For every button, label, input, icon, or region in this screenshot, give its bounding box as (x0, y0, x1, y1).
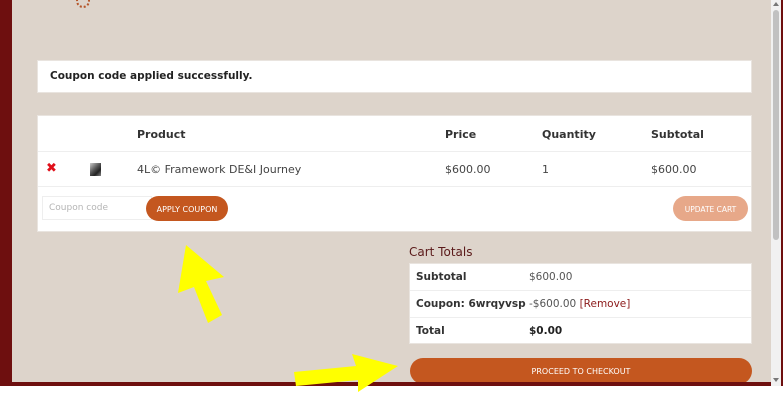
coupon-discount: -$600.00 [Remove] (529, 298, 630, 310)
remove-coupon-link[interactable]: [Remove] (580, 298, 631, 310)
row-divider (38, 151, 751, 152)
subtotal-value: $600.00 (529, 271, 573, 283)
header-product: Product (137, 128, 186, 141)
cart-totals-heading: Cart Totals (409, 245, 473, 259)
totals-row-total: Total $0.00 (410, 318, 751, 345)
row-divider (38, 186, 751, 187)
cart-totals-table: Subtotal $600.00 Coupon: 6wrqyvsp -$600.… (409, 263, 752, 344)
apply-coupon-button[interactable]: APPLY COUPON (146, 196, 228, 221)
scroll-up-arrow-icon[interactable] (773, 2, 779, 6)
yellow-arrow-icon (294, 354, 398, 392)
product-price: $600.00 (445, 163, 491, 176)
coupon-label: Coupon: 6wrqyvsp (416, 298, 526, 310)
coupon-code-input[interactable] (42, 196, 152, 220)
proceed-to-checkout-button[interactable]: PROCEED TO CHECKOUT (410, 358, 752, 382)
header-quantity: Quantity (542, 128, 596, 141)
header-subtotal: Subtotal (651, 128, 704, 141)
totals-row-coupon: Coupon: 6wrqyvsp -$600.00 [Remove] (410, 291, 751, 318)
header-price: Price (445, 128, 477, 141)
site-logo-icon[interactable] (76, 0, 90, 8)
scroll-down-arrow-icon[interactable] (773, 378, 779, 382)
yellow-arrow-icon (178, 245, 224, 323)
total-value: $0.00 (529, 325, 562, 337)
page-viewport: Coupon code applied successfully. Produc… (12, 0, 771, 382)
product-thumbnail[interactable] (90, 163, 101, 176)
total-label: Total (416, 325, 445, 337)
product-name-link[interactable]: 4L© Framework DE&I Journey (137, 163, 301, 176)
product-subtotal: $600.00 (651, 163, 697, 176)
success-notice: Coupon code applied successfully. (37, 60, 752, 93)
notice-text: Coupon code applied successfully. (50, 70, 253, 82)
totals-row-subtotal: Subtotal $600.00 (410, 264, 751, 291)
subtotal-label: Subtotal (416, 271, 467, 283)
product-quantity[interactable]: 1 (542, 163, 549, 176)
remove-item-icon[interactable]: ✖ (46, 161, 57, 176)
scrollbar[interactable] (771, 0, 781, 386)
coupon-value: -$600.00 (529, 298, 577, 310)
cart-table: Product Price Quantity Subtotal ✖ 4L© Fr… (37, 115, 752, 232)
scrollbar-thumb[interactable] (773, 10, 779, 240)
update-cart-button[interactable]: UPDATE CART (673, 196, 748, 221)
total-amount: $0.00 (529, 325, 563, 337)
